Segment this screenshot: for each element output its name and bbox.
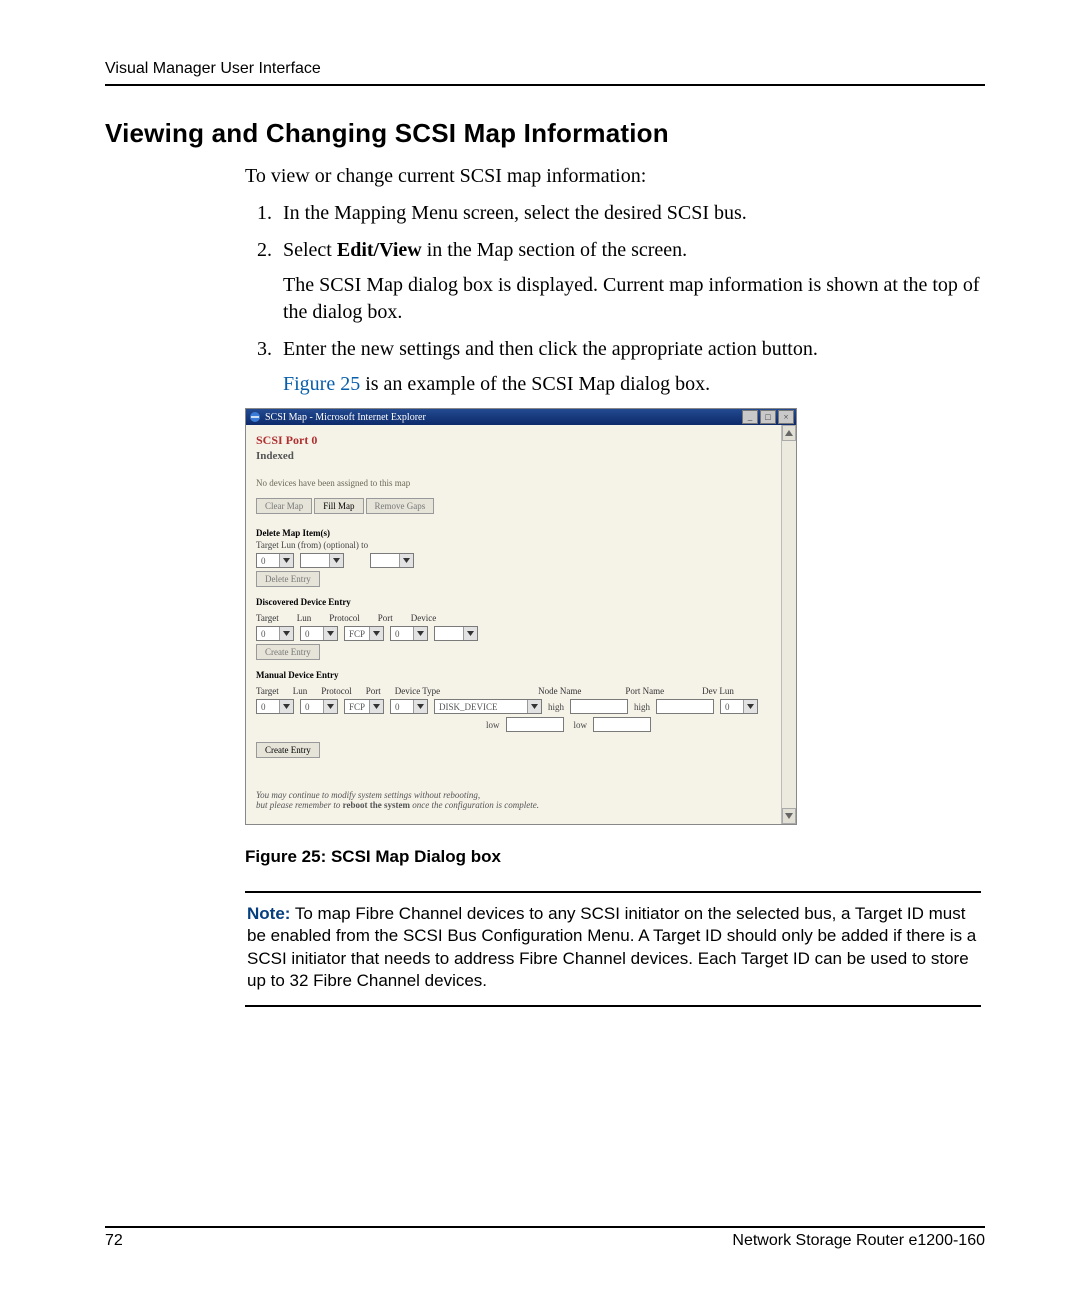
clear-map-button[interactable]: Clear Map [256,498,312,514]
scsi-map-dialog: SCSI Map - Microsoft Internet Explorer _… [245,408,797,825]
step-1: In the Mapping Menu screen, select the d… [277,200,985,227]
disc-target-select[interactable]: 0 [256,626,294,641]
running-head: Visual Manager User Interface [105,60,985,78]
remove-gaps-button[interactable]: Remove Gaps [366,498,435,514]
delete-map-header: Delete Map Item(s) [256,528,772,538]
no-devices-msg: No devices have been assigned to this ma… [256,478,772,488]
scroll-up-icon[interactable] [782,425,796,441]
port-name-high-input[interactable] [656,699,714,714]
step-3: Enter the new settings and then click th… [277,336,985,398]
dialog-title: SCSI Map - Microsoft Internet Explorer [265,412,742,423]
intro-text: To view or change current SCSI map infor… [245,163,985,190]
ie-icon [249,411,261,423]
minimize-button[interactable]: _ [742,410,758,424]
scsi-port-label: SCSI Port 0 [256,433,772,448]
indexed-label: Indexed [256,450,772,462]
disc-protocol-select[interactable]: FCP [344,626,384,641]
delete-target-select[interactable]: 0 [256,553,294,568]
chevron-down-icon [279,554,293,567]
discovered-header: Discovered Device Entry [256,597,772,607]
delete-map-labels: Target Lun (from) (optional) to [256,540,772,550]
node-name-low-input[interactable] [506,717,564,732]
chevron-down-icon [399,554,413,567]
delete-entry-button[interactable]: Delete Entry [256,571,320,587]
step-2-detail: The SCSI Map dialog box is displayed. Cu… [283,272,985,326]
scrollbar[interactable] [781,425,796,824]
figure-caption: Figure 25: SCSI Map Dialog box [245,847,985,867]
man-devlun-select[interactable]: 0 [720,699,758,714]
man-target-select[interactable]: 0 [256,699,294,714]
fill-map-button[interactable]: Fill Map [314,498,363,514]
man-protocol-select[interactable]: FCP [344,699,384,714]
close-button[interactable]: × [778,410,794,424]
step-2: Select Edit/View in the Map section of t… [277,237,985,326]
scroll-down-icon[interactable] [782,808,796,824]
footnote-line2: but please remember to reboot the system… [256,800,772,810]
chevron-down-icon [329,554,343,567]
node-name-high-input[interactable] [570,699,628,714]
disc-port-select[interactable]: 0 [390,626,428,641]
figure-link[interactable]: Figure 25 [283,373,360,395]
delete-lun-to-select[interactable] [370,553,414,568]
section-heading: Viewing and Changing SCSI Map Informatio… [105,118,985,149]
disc-create-entry-button[interactable]: Create Entry [256,644,320,660]
maximize-button[interactable]: □ [760,410,776,424]
delete-lun-from-select[interactable] [300,553,344,568]
port-name-low-input[interactable] [593,717,651,732]
note-box: Note: To map Fibre Channel devices to an… [245,891,981,1007]
doc-title-footer: Network Storage Router e1200-160 [732,1232,985,1250]
header-rule [105,84,985,86]
page-number: 72 [105,1232,123,1250]
man-device-type-select[interactable]: DISK_DEVICE [434,699,542,714]
man-lun-select[interactable]: 0 [300,699,338,714]
footnote-line1: You may continue to modify system settin… [256,790,772,800]
note-label: Note: [247,904,290,923]
manual-header: Manual Device Entry [256,670,772,680]
disc-lun-select[interactable]: 0 [300,626,338,641]
disc-device-select[interactable] [434,626,478,641]
man-port-select[interactable]: 0 [390,699,428,714]
note-text: To map Fibre Channel devices to any SCSI… [247,904,976,990]
man-create-entry-button[interactable]: Create Entry [256,742,320,758]
dialog-titlebar: SCSI Map - Microsoft Internet Explorer _… [246,409,796,425]
